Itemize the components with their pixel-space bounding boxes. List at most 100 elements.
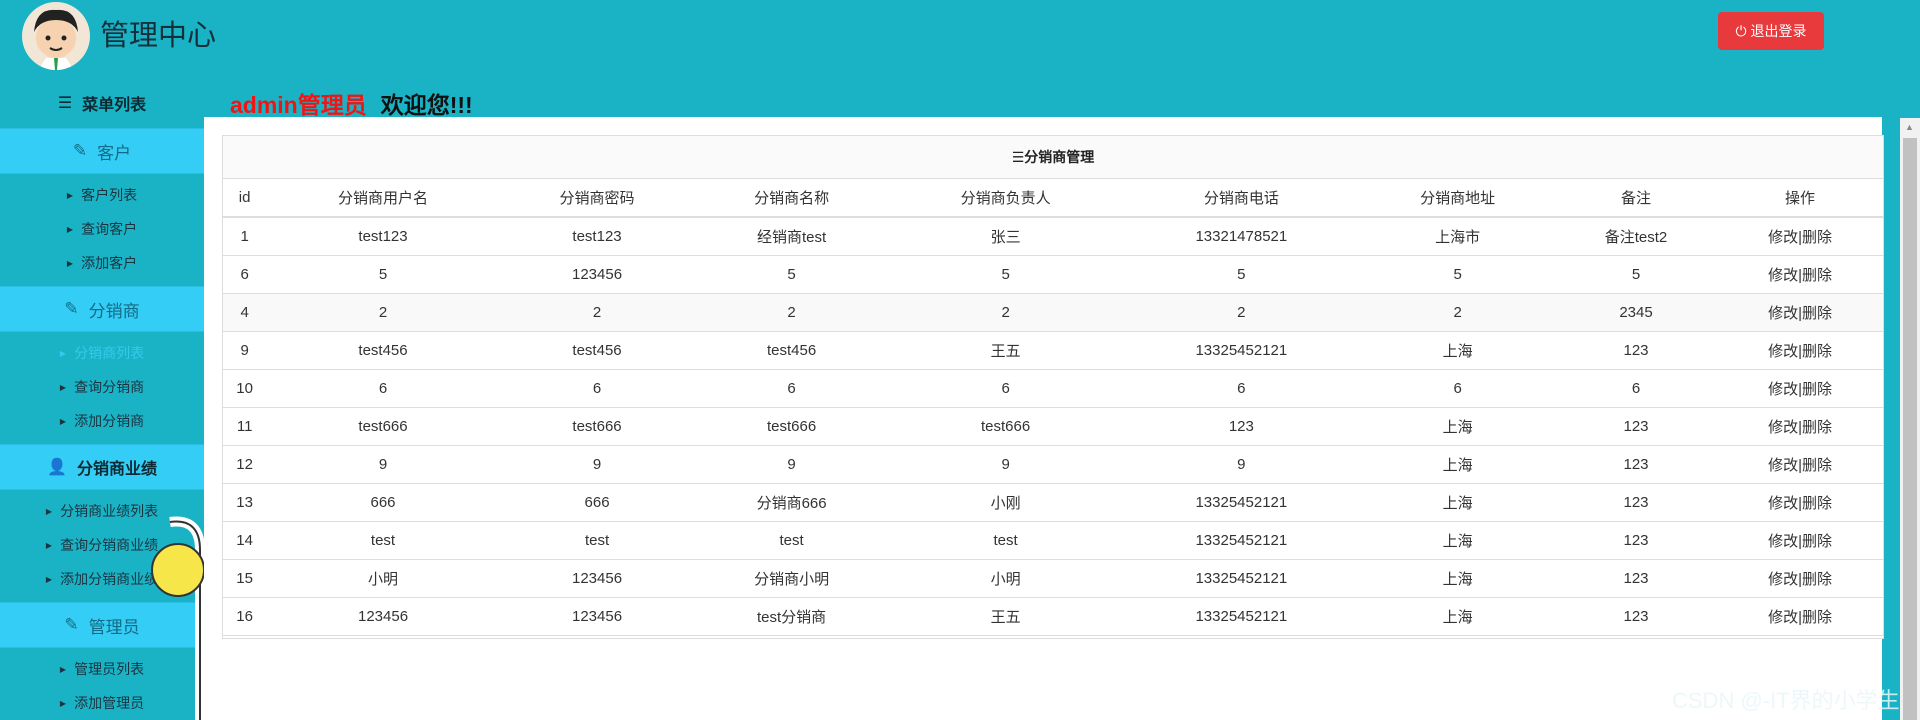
edit-link[interactable]: 修改 (1768, 229, 1798, 246)
delete-link[interactable]: 删除 (1802, 457, 1832, 474)
distributor-table: id 分销商用户名 分销商密码 分销商名称 分销商负责人 分销商电话 分销商地址… (223, 179, 1883, 636)
sidebar-item-customer-add[interactable]: ▶ 添加客户 (0, 246, 204, 280)
column-header: 分销商用户名 (266, 179, 500, 218)
edit-link[interactable]: 修改 (1768, 533, 1798, 550)
table-cell: 分销商小明 (694, 559, 889, 598)
edit-link[interactable]: 修改 (1768, 267, 1798, 284)
delete-link[interactable]: 删除 (1802, 609, 1832, 626)
sidebar-item-label: 分销商列表 (74, 345, 145, 361)
edit-link[interactable]: 修改 (1768, 305, 1798, 322)
table-cell: 上海 (1360, 445, 1555, 484)
section-distributor-performance[interactable]: 👤 分销商业绩 (0, 444, 204, 490)
table-row: 14 test test test test 13325452121 上海 123 修改|删除 (223, 521, 1883, 560)
welcome-greeting: 欢迎您!!! (380, 92, 473, 118)
table-cell: 14 (223, 521, 267, 560)
table-cell: 9 (888, 445, 1123, 484)
section-customers[interactable]: ✎ 客户 (0, 128, 204, 174)
user-role: admin管理员 (230, 92, 367, 118)
table-cell: 经销商test (694, 217, 889, 256)
sidebar-item-distributor-add[interactable]: ▶ 添加分销商 (0, 404, 204, 438)
table-cell: 上海 (1360, 483, 1555, 522)
edit-link[interactable]: 修改 (1768, 343, 1798, 360)
section-distributors[interactable]: ✎ 分销商 (0, 286, 204, 332)
table-cell: 123456 (499, 559, 695, 598)
table-cell: 13 (223, 483, 267, 522)
caret-right-icon: ▶ (45, 574, 53, 584)
power-icon: ⏻ (1735, 22, 1747, 39)
app-title: 管理中心 (100, 20, 217, 52)
scrollbar-thumb[interactable] (1903, 138, 1917, 720)
logout-button[interactable]: ⏻ 退出登录 (1718, 12, 1824, 50)
delete-link[interactable]: 删除 (1802, 495, 1832, 512)
table-cell: 666 (266, 483, 500, 522)
table-cell: 小明 (266, 559, 500, 598)
row-actions: 修改|删除 (1717, 255, 1883, 294)
table-cell: 张三 (888, 217, 1123, 256)
edit-link[interactable]: 修改 (1768, 609, 1798, 626)
table-cell: 6 (266, 369, 500, 408)
table-cell: 小明 (888, 559, 1123, 598)
delete-link[interactable]: 删除 (1802, 305, 1832, 322)
table-cell: 13325452121 (1122, 331, 1361, 370)
caret-right-icon: ▶ (45, 540, 53, 550)
table-cell: 15 (223, 559, 267, 598)
row-actions: 修改|删除 (1717, 559, 1883, 598)
edit-link[interactable]: 修改 (1768, 381, 1798, 398)
table-cell: 13325452121 (1122, 559, 1361, 598)
vertical-scrollbar[interactable]: ▲ (1900, 118, 1920, 720)
caret-right-icon: ▶ (59, 416, 67, 426)
table-row: 11 test666 test666 test666 test666 123 上海 123 修改… (223, 407, 1883, 446)
table-cell: test123 (499, 217, 695, 256)
row-actions: 修改|删除 (1717, 483, 1883, 522)
delete-link[interactable]: 删除 (1802, 533, 1832, 550)
avatar (22, 2, 90, 70)
table-cell: 上海 (1360, 407, 1555, 446)
sidebar-item-customer-query[interactable]: ▶ 查询客户 (0, 212, 204, 246)
menu-title: ☰ 菜单列表 (0, 80, 204, 126)
table-cell: 上海市 (1360, 217, 1555, 256)
table-cell: 6 (1554, 369, 1718, 408)
scroll-up-arrow-icon[interactable]: ▲ (1905, 122, 1914, 132)
delete-link[interactable]: 删除 (1802, 419, 1832, 436)
caret-right-icon: ▶ (66, 258, 74, 268)
table-cell: 王五 (888, 331, 1123, 370)
table-cell: test456 (694, 331, 889, 370)
caret-right-icon: ▶ (45, 506, 53, 516)
watermark: CSDN @-IT界的小学生 (1672, 688, 1900, 713)
table-cell: 10 (223, 369, 267, 408)
table-row: 12 9 9 9 9 9 上海 123 修改|删除 (223, 445, 1883, 484)
caret-right-icon: ▶ (66, 190, 74, 200)
table-cell: test123 (266, 217, 500, 256)
edit-link[interactable]: 修改 (1768, 457, 1798, 474)
distributor-table-panel: ☰分销商管理 id 分销商用户名 分销商密码 分销商名称 分销商负责人 分销商电… (222, 135, 1884, 639)
row-actions: 修改|删除 (1717, 521, 1883, 560)
table-row: 15 小明 123456 分销商小明 小明 13325452121 上海 123 修改|删除 (223, 559, 1883, 598)
table-cell: 9 (223, 331, 267, 370)
table-cell: test (694, 521, 889, 560)
edit-icon: ✎ (64, 615, 79, 634)
caret-right-icon: ▶ (59, 382, 67, 392)
edit-link[interactable]: 修改 (1768, 495, 1798, 512)
delete-link[interactable]: 删除 (1802, 381, 1832, 398)
sidebar-item-label: 查询分销商 (74, 379, 145, 395)
row-actions: 修改|删除 (1717, 407, 1883, 446)
delete-link[interactable]: 删除 (1802, 267, 1832, 284)
sidebar-item-customer-list[interactable]: ▶ 客户列表 (0, 178, 204, 212)
edit-link[interactable]: 修改 (1768, 571, 1798, 588)
table-cell: 2345 (1554, 293, 1718, 332)
delete-link[interactable]: 删除 (1802, 571, 1832, 588)
column-header: 分销商名称 (694, 179, 889, 218)
sidebar-item-distributor-list[interactable]: ▶ 分销商列表 (0, 336, 204, 370)
delete-link[interactable]: 删除 (1802, 229, 1832, 246)
table-cell: 2 (266, 293, 500, 332)
table-cell: 123456 (499, 597, 695, 636)
table-cell: 123456 (266, 597, 500, 636)
sidebar-item-label: 客户列表 (81, 187, 138, 203)
sidebar-item-distributor-query[interactable]: ▶ 查询分销商 (0, 370, 204, 404)
table-cell: test456 (499, 331, 695, 370)
edit-link[interactable]: 修改 (1768, 419, 1798, 436)
table-cell: 9 (1122, 445, 1361, 484)
table-caption: ☰分销商管理 (223, 136, 1883, 179)
delete-link[interactable]: 删除 (1802, 343, 1832, 360)
caret-right-icon: ▶ (59, 664, 67, 674)
